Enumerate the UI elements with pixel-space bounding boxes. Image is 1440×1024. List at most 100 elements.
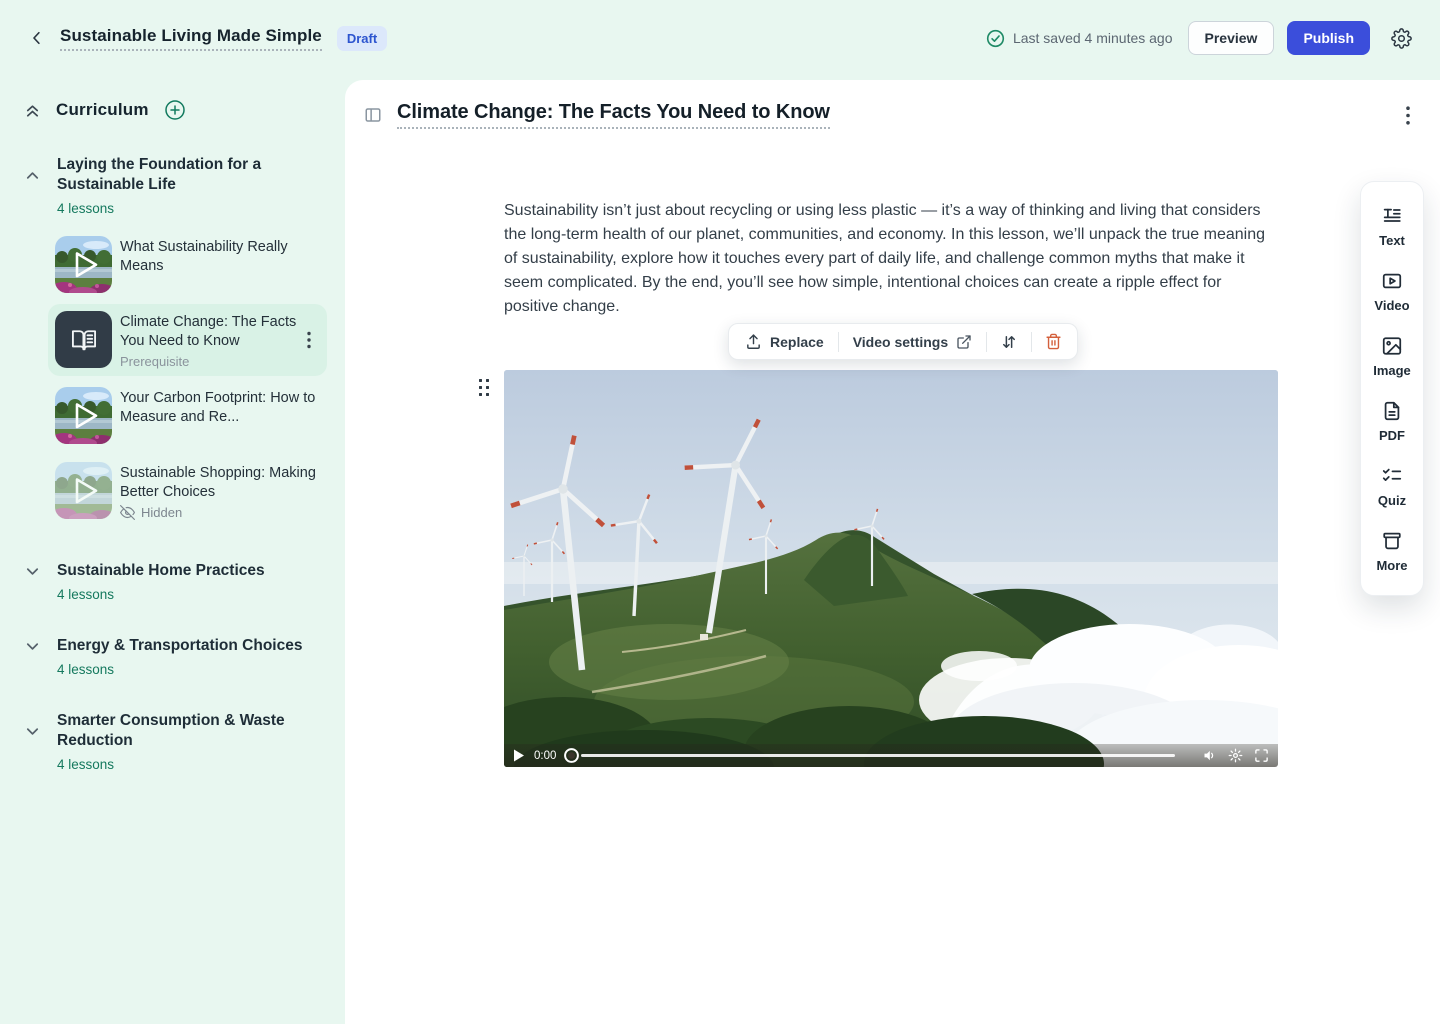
block-drag-handle[interactable] bbox=[476, 376, 493, 400]
replace-button[interactable]: Replace bbox=[734, 324, 835, 359]
curriculum-section: Energy & Transportation Choices 4 lesson… bbox=[24, 636, 324, 677]
section-expand-button[interactable] bbox=[24, 638, 41, 655]
toolbar-divider bbox=[838, 332, 839, 352]
volume-button[interactable] bbox=[1202, 748, 1217, 763]
section-lesson-count: 4 lessons bbox=[57, 587, 324, 602]
preview-button[interactable]: Preview bbox=[1188, 21, 1275, 55]
settings-button[interactable] bbox=[1386, 23, 1416, 53]
reorder-block-button[interactable] bbox=[990, 324, 1028, 359]
volume-icon bbox=[1202, 748, 1217, 763]
lesson-list: What Sustainability Really Means Climate… bbox=[48, 229, 327, 527]
kebab-icon bbox=[1406, 106, 1410, 125]
landscape-thumbnail-image bbox=[55, 462, 112, 519]
status-badge: Draft bbox=[337, 26, 387, 51]
section-title[interactable]: Smarter Consumption & Waste Reduction bbox=[57, 711, 324, 751]
lesson-item-selected[interactable]: Climate Change: The Facts You Need to Kn… bbox=[48, 304, 327, 376]
pdf-block-icon bbox=[1381, 400, 1403, 422]
progress-track[interactable] bbox=[581, 754, 1175, 757]
chevron-down-icon bbox=[24, 563, 41, 580]
chevron-up-icon bbox=[24, 167, 41, 184]
lesson-title: Your Carbon Footprint: How to Measure an… bbox=[120, 389, 320, 427]
lesson-item-hidden[interactable]: Sustainable Shopping: Making Better Choi… bbox=[48, 455, 327, 527]
section-expand-button[interactable] bbox=[24, 723, 41, 740]
arrows-down-up-icon bbox=[1000, 333, 1018, 351]
panel-item-label: Image bbox=[1373, 363, 1411, 378]
lesson-reading-thumbnail bbox=[55, 311, 112, 368]
panel-item-label: More bbox=[1376, 558, 1407, 573]
insert-block-panel: Text Video Image PDF Quiz More bbox=[1360, 181, 1424, 596]
lesson-intro-paragraph[interactable]: Sustainability isn’t just about recyclin… bbox=[504, 199, 1276, 319]
panel-left-icon bbox=[364, 106, 382, 124]
insert-more-button[interactable]: More bbox=[1361, 518, 1423, 583]
back-button[interactable] bbox=[24, 25, 50, 51]
insert-pdf-button[interactable]: PDF bbox=[1361, 388, 1423, 453]
lesson-menu-button[interactable] bbox=[1402, 102, 1414, 129]
lesson-editor-canvas: Climate Change: The Facts You Need to Kn… bbox=[345, 80, 1440, 1024]
video-settings-button[interactable]: Video settings bbox=[842, 324, 983, 359]
toggle-sidebar-button[interactable] bbox=[362, 104, 384, 126]
scrubber-handle[interactable] bbox=[564, 748, 579, 763]
trash-icon bbox=[1045, 333, 1062, 350]
video-block-icon bbox=[1381, 270, 1403, 292]
player-settings-button[interactable] bbox=[1228, 748, 1243, 763]
section-expand-button[interactable] bbox=[24, 563, 41, 580]
video-block-toolbar: Replace Video settings bbox=[728, 323, 1078, 360]
course-title[interactable]: Sustainable Living Made Simple bbox=[60, 26, 322, 51]
section-lesson-count: 4 lessons bbox=[57, 201, 324, 216]
panel-item-label: Video bbox=[1374, 298, 1409, 313]
curriculum-heading: Curriculum bbox=[56, 100, 149, 120]
image-block-icon bbox=[1381, 335, 1403, 357]
more-blocks-icon bbox=[1381, 530, 1403, 552]
quiz-block-icon bbox=[1381, 465, 1403, 487]
lesson-video-thumbnail bbox=[55, 462, 112, 519]
insert-video-button[interactable]: Video bbox=[1361, 258, 1423, 323]
chevron-down-icon bbox=[24, 638, 41, 655]
check-circle-icon bbox=[986, 29, 1005, 48]
top-bar: Sustainable Living Made Simple Draft Las… bbox=[0, 0, 1440, 76]
fullscreen-button[interactable] bbox=[1254, 748, 1269, 763]
double-chevron-up-icon bbox=[24, 102, 41, 119]
play-icon bbox=[513, 749, 524, 762]
section-lesson-count: 4 lessons bbox=[57, 757, 324, 772]
curriculum-section: Sustainable Home Practices 4 lessons bbox=[24, 561, 324, 602]
plus-circle-icon bbox=[164, 99, 186, 121]
video-controls-bar: 0:00 bbox=[504, 744, 1278, 767]
section-title[interactable]: Sustainable Home Practices bbox=[57, 561, 324, 581]
toolbar-divider bbox=[1031, 332, 1032, 352]
play-button[interactable] bbox=[513, 749, 524, 762]
book-open-icon bbox=[70, 326, 98, 354]
lesson-title: Sustainable Shopping: Making Better Choi… bbox=[120, 464, 320, 502]
insert-text-button[interactable]: Text bbox=[1361, 193, 1423, 258]
replace-label: Replace bbox=[770, 334, 824, 350]
publish-button[interactable]: Publish bbox=[1287, 21, 1370, 55]
insert-quiz-button[interactable]: Quiz bbox=[1361, 453, 1423, 518]
video-settings-label: Video settings bbox=[853, 334, 948, 350]
section-collapse-button[interactable] bbox=[24, 167, 41, 184]
hidden-label: Hidden bbox=[141, 505, 182, 520]
section-title[interactable]: Energy & Transportation Choices bbox=[57, 636, 324, 656]
eye-off-icon bbox=[120, 505, 135, 520]
lesson-page-title[interactable]: Climate Change: The Facts You Need to Kn… bbox=[397, 101, 830, 129]
lesson-item[interactable]: What Sustainability Really Means bbox=[48, 229, 327, 300]
video-player[interactable]: 0:00 bbox=[504, 370, 1278, 767]
panel-item-label: Quiz bbox=[1378, 493, 1406, 508]
curriculum-sidebar: Curriculum Laying the Foundation for a S… bbox=[0, 76, 345, 1024]
collapse-all-button[interactable] bbox=[24, 102, 41, 119]
landscape-thumbnail-image bbox=[55, 387, 112, 444]
gear-icon bbox=[1228, 748, 1243, 763]
lesson-item[interactable]: Your Carbon Footprint: How to Measure an… bbox=[48, 380, 327, 451]
kebab-icon bbox=[307, 332, 311, 349]
chevron-down-icon bbox=[24, 723, 41, 740]
gear-icon bbox=[1391, 28, 1412, 49]
add-section-button[interactable] bbox=[164, 99, 186, 121]
lesson-title: What Sustainability Really Means bbox=[120, 238, 320, 276]
text-block-icon bbox=[1381, 205, 1403, 227]
landscape-thumbnail-image bbox=[55, 236, 112, 293]
section-title[interactable]: Laying the Foundation for a Sustainable … bbox=[57, 155, 324, 195]
insert-image-button[interactable]: Image bbox=[1361, 323, 1423, 388]
panel-item-label: Text bbox=[1379, 233, 1405, 248]
lesson-menu-button[interactable] bbox=[303, 328, 315, 353]
delete-block-button[interactable] bbox=[1035, 324, 1072, 359]
panel-item-label: PDF bbox=[1379, 428, 1405, 443]
upload-icon bbox=[745, 333, 762, 350]
